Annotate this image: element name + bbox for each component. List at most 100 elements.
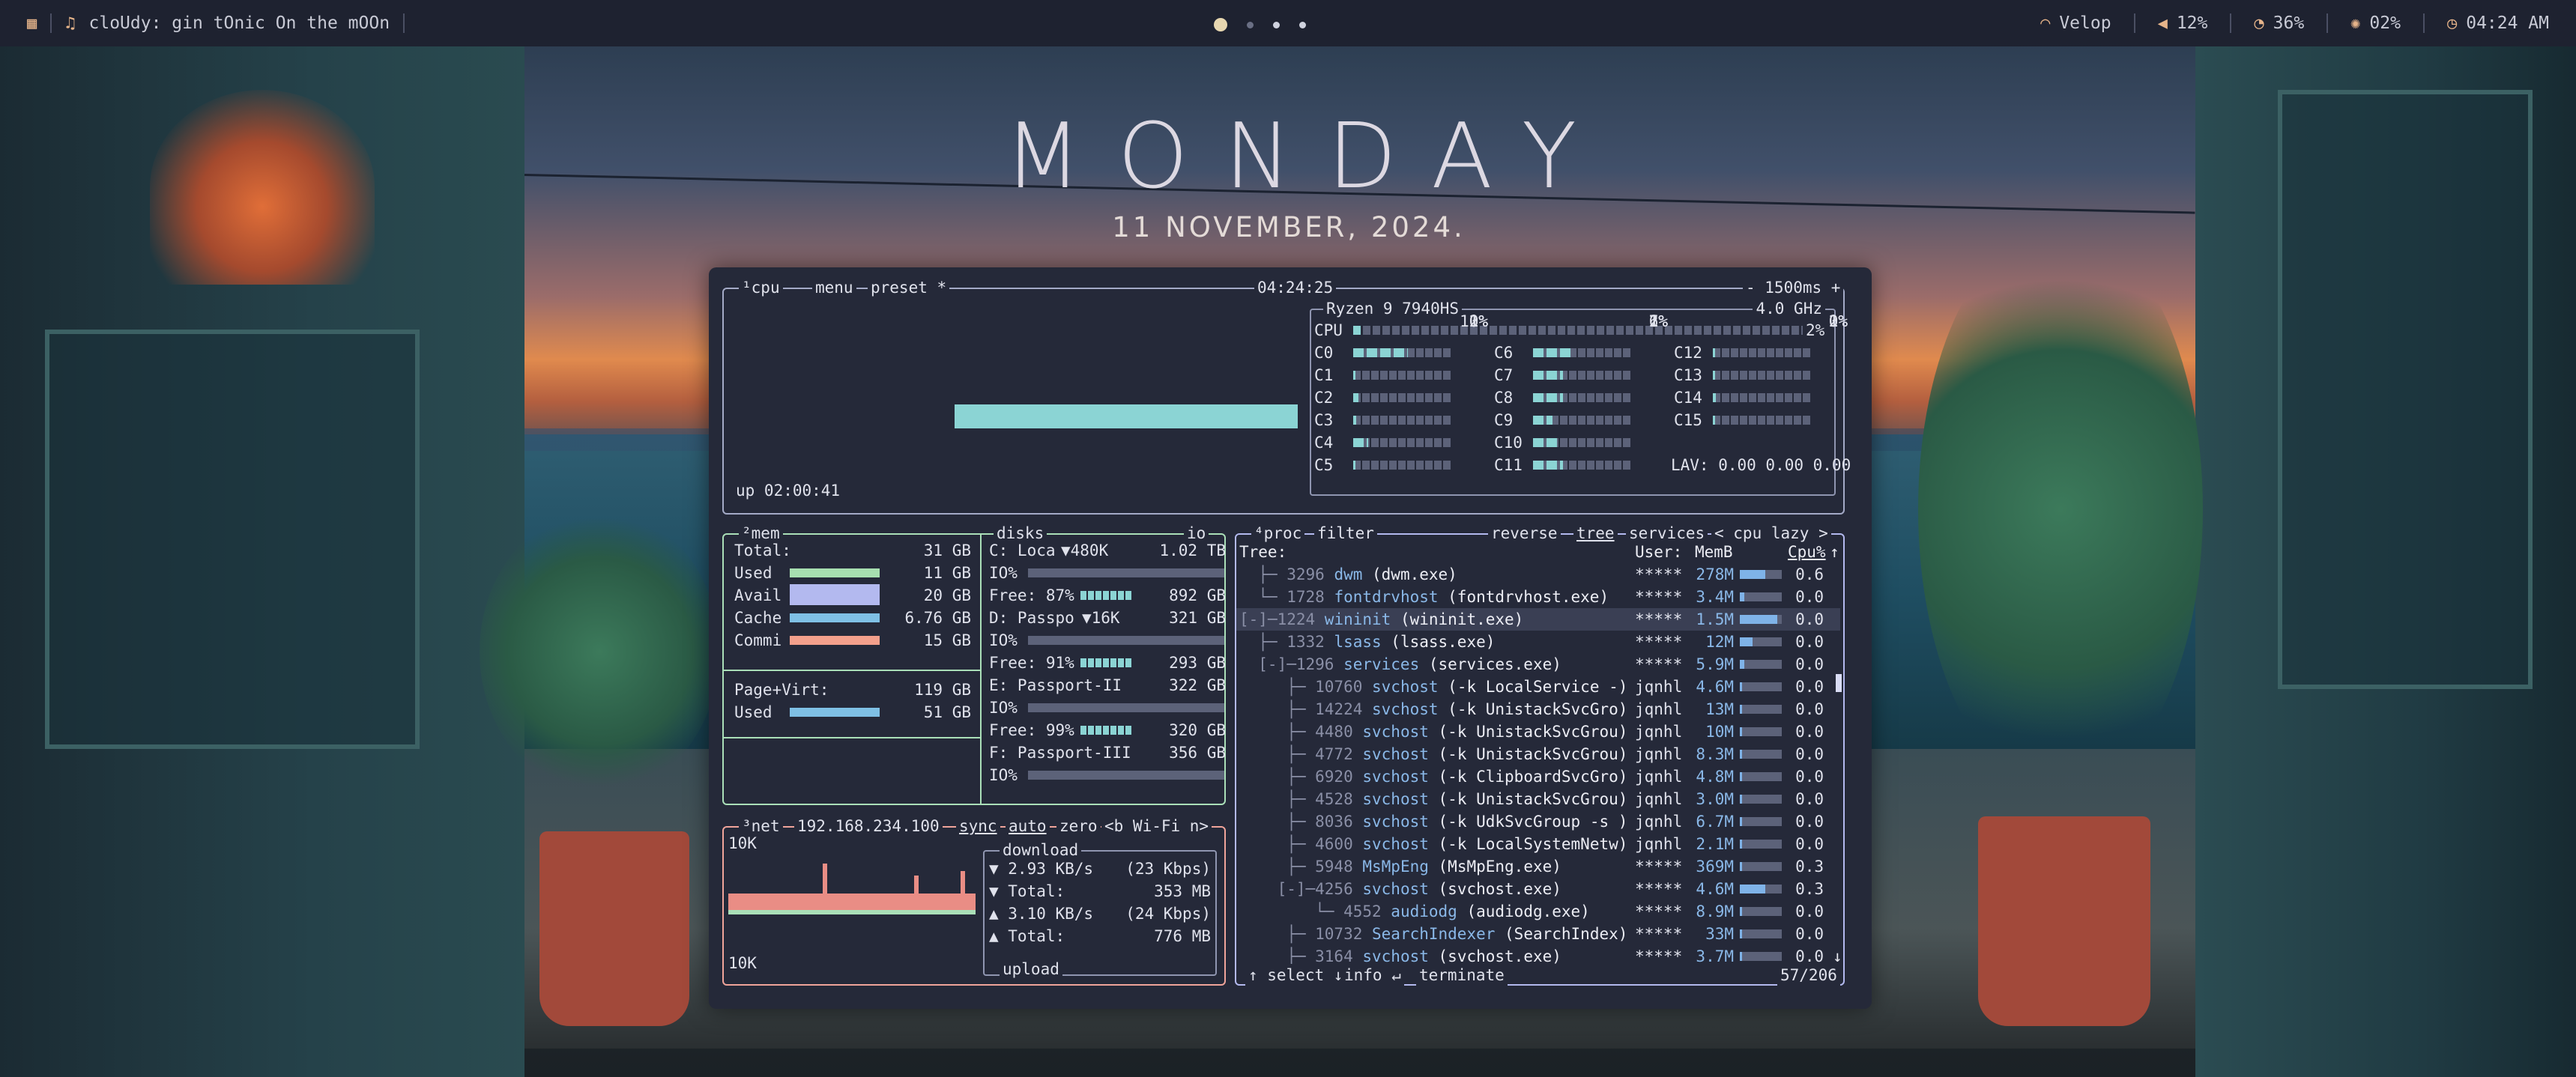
process-row[interactable]: [-]─4256 svchost (svchost.exe) ***** 4.6M 0… bbox=[1236, 878, 1840, 900]
process-user: jqnhl bbox=[1635, 678, 1683, 696]
net-graph-peak bbox=[823, 864, 827, 894]
process-tree: ├─ 4480 bbox=[1239, 723, 1363, 741]
volume-value: 12% bbox=[2176, 13, 2208, 33]
process-command: ├─ 4528 svchost (-k UnistackSvcGrou) bbox=[1239, 788, 1629, 810]
process-mem: 4.6M bbox=[1696, 880, 1734, 898]
process-row[interactable]: └─ 1728 fontdrvhost (fontdrvhost.exe) ***… bbox=[1236, 586, 1840, 608]
process-row[interactable]: └─ 4552 audiodg (audiodg.exe) ***** 8.9M 0.… bbox=[1236, 900, 1840, 923]
process-command: ├─ 14224 svchost (-k UnistackSvcGro) bbox=[1239, 698, 1629, 720]
process-row[interactable]: ├─ 4528 svchost (-k UnistackSvcGrou) jqnh… bbox=[1236, 788, 1840, 810]
process-args: (-k ClipboardSvcGro) bbox=[1428, 768, 1628, 786]
interface-selector[interactable]: <b Wi-Fi n> bbox=[1101, 815, 1212, 837]
process-row[interactable]: ├─ 1332 lsass (lsass.exe) ***** 12M 0.0 bbox=[1236, 631, 1840, 653]
process-command: [-]─4256 svchost (svchost.exe) bbox=[1239, 878, 1629, 900]
core-bar bbox=[1353, 393, 1452, 402]
process-mem: 1.5M bbox=[1696, 610, 1734, 628]
separator bbox=[2230, 13, 2232, 33]
process-row[interactable]: ├─ 4600 svchost (-k LocalSystemNetw) jqnh… bbox=[1236, 833, 1840, 855]
process-mem: 3.4M bbox=[1696, 588, 1734, 606]
net-stats-box: download ▼ 2.93 KB/s (23 Kbps) ▼ Total: … bbox=[983, 839, 1217, 980]
disk-free-bar bbox=[1080, 591, 1133, 600]
core-bar-fill bbox=[1353, 438, 1368, 447]
wallpaper-plant-right bbox=[1918, 225, 2203, 794]
now-playing[interactable]: cloUdy: gin tOnic On the mOOn bbox=[89, 13, 390, 33]
proc-head-user[interactable]: User: bbox=[1635, 541, 1682, 563]
disk-name[interactable]: D: Passpo bbox=[989, 607, 1074, 629]
process-args: (lsass.exe) bbox=[1381, 633, 1496, 651]
sync-toggle[interactable]: sync bbox=[956, 815, 1000, 837]
refresh-rate-control[interactable]: - 1500ms + bbox=[1743, 276, 1844, 299]
process-row[interactable]: ├─ 8036 svchost (-k UdkSvcGroup -s ) jqnh… bbox=[1236, 810, 1840, 833]
process-row[interactable]: ├─ 6920 svchost (-k ClipboardSvcGro) jqnh… bbox=[1236, 765, 1840, 788]
dl-total: 353 MB bbox=[1154, 882, 1211, 900]
cpu-title: cpu bbox=[751, 279, 780, 297]
process-mem: 3.7M bbox=[1696, 947, 1734, 965]
disk-free-bar bbox=[1080, 726, 1133, 735]
zero-toggle[interactable]: zero bbox=[1056, 815, 1101, 837]
process-user: ***** bbox=[1635, 610, 1683, 628]
proc-scrollbar[interactable] bbox=[1836, 674, 1842, 692]
disk-name[interactable]: E: Passport-II bbox=[989, 674, 1122, 697]
menu-button[interactable]: menu bbox=[812, 276, 856, 299]
cpu-panel-title[interactable]: ¹cpu bbox=[739, 276, 783, 299]
reverse-toggle[interactable]: reverse bbox=[1488, 522, 1561, 544]
process-tree: ├─ 14224 bbox=[1239, 700, 1373, 718]
process-tree: ├─ 1332 bbox=[1239, 633, 1334, 651]
mem-panel: ²mem disks io Total: 31 GB Used 11 GB Avail 2… bbox=[722, 522, 1226, 805]
core-label: C15 bbox=[1674, 411, 1702, 429]
volume-status[interactable]: ◀ 12% bbox=[2158, 13, 2208, 33]
wifi-icon: ◠ bbox=[2040, 13, 2051, 33]
workspace-1[interactable] bbox=[1214, 18, 1227, 31]
dl-kbps: (23 Kbps) bbox=[1125, 860, 1211, 878]
brightness-status[interactable]: ✺ 02% bbox=[2350, 13, 2401, 33]
clock-status[interactable]: ◷ 04:24 AM bbox=[2447, 13, 2549, 33]
process-tree: ├─ 3164 bbox=[1239, 947, 1363, 965]
wifi-status[interactable]: ◠ Velop bbox=[2040, 13, 2111, 33]
workspace-2[interactable] bbox=[1247, 21, 1254, 28]
proc-title: proc bbox=[1263, 524, 1302, 542]
proc-head-cpu[interactable]: Cpu% bbox=[1788, 541, 1826, 563]
info-action[interactable]: info ↵ bbox=[1341, 964, 1404, 986]
process-user: jqnhl bbox=[1635, 813, 1683, 831]
process-args: (-k UnistackSvcGrou) bbox=[1428, 723, 1628, 741]
grid-icon[interactable]: ▦ bbox=[27, 14, 37, 33]
net-panel: ³net 192.168.234.100 sync auto zero <b W… bbox=[722, 815, 1226, 986]
process-mem: 5.9M bbox=[1696, 655, 1734, 673]
process-row[interactable]: ├─ 4480 svchost (-k UnistackSvcGrou) jqnh… bbox=[1236, 720, 1840, 743]
disk-name[interactable]: C: Loca bbox=[989, 539, 1056, 562]
process-mem: 2.1M bbox=[1696, 835, 1734, 853]
mem-label: Total: bbox=[734, 541, 791, 559]
process-args: (-k UdkSvcGroup -s ) bbox=[1428, 813, 1628, 831]
disk-name[interactable]: F: Passport-III bbox=[989, 741, 1131, 764]
process-row[interactable]: [-]─1296 services (services.exe) ***** 5.9… bbox=[1236, 653, 1840, 676]
proc-head-mem[interactable]: MemB bbox=[1695, 541, 1733, 563]
select-action[interactable]: ↑ select ↓ bbox=[1245, 964, 1346, 986]
process-row[interactable]: ├─ 3296 dwm (dwm.exe) ***** 278M 0.6 bbox=[1236, 563, 1840, 586]
mem-value: 31 GB bbox=[923, 541, 971, 559]
process-mem: 10M bbox=[1705, 723, 1734, 741]
sort-direction-icon[interactable]: ↑ bbox=[1830, 541, 1839, 563]
tree-toggle[interactable]: tree bbox=[1573, 522, 1618, 544]
filter-button[interactable]: filter bbox=[1314, 522, 1377, 544]
workspace-3[interactable] bbox=[1273, 21, 1280, 28]
core-label: C10 bbox=[1494, 434, 1523, 452]
process-row[interactable]: ├─ 4772 svchost (-k UnistackSvcGrou) jqnh… bbox=[1236, 743, 1840, 765]
preset-button[interactable]: preset * bbox=[868, 276, 950, 299]
terminate-action[interactable]: terminate bbox=[1416, 964, 1508, 986]
date-title: 11 NOVEMBER, 2024. bbox=[1112, 211, 1466, 243]
btop-terminal[interactable]: ¹cpu menu preset * 04:24:25 - 1500ms + u… bbox=[709, 267, 1872, 1009]
process-name: services bbox=[1343, 655, 1420, 673]
process-row[interactable]: [-]─1224 wininit (wininit.exe) ***** 1.5M 0… bbox=[1236, 608, 1840, 631]
process-row[interactable]: ├─ 10732 SearchIndexer (SearchIndex) ****… bbox=[1236, 923, 1840, 945]
process-row[interactable]: ├─ 14224 svchost (-k UnistackSvcGro) jqnh… bbox=[1236, 698, 1840, 720]
cpu-total-bar bbox=[1353, 326, 1803, 335]
auto-toggle[interactable]: auto bbox=[1006, 815, 1050, 837]
disk-free-label: Free: 99% bbox=[989, 721, 1074, 739]
separator bbox=[2326, 13, 2329, 33]
cpu-status[interactable]: ◔ 36% bbox=[2254, 13, 2304, 33]
disk-io-label: IO% bbox=[989, 631, 1018, 649]
process-mem: 278M bbox=[1696, 565, 1734, 583]
process-row[interactable]: ├─ 10760 svchost (-k LocalService -) jqnh… bbox=[1236, 676, 1840, 698]
process-row[interactable]: ├─ 5948 MsMpEng (MsMpEng.exe) ***** 369M 0.… bbox=[1236, 855, 1840, 878]
workspace-4[interactable] bbox=[1299, 21, 1306, 28]
